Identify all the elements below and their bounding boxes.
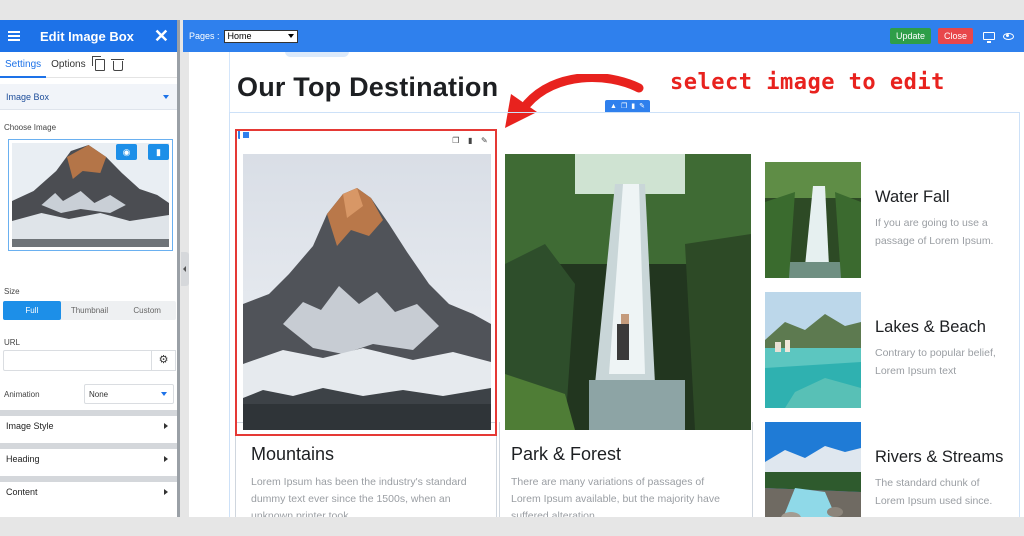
menu-icon[interactable] [8, 31, 20, 41]
gear-icon[interactable]: ⚙ [151, 350, 176, 371]
edit-panel: Edit Image Box ✕ Settings Options Image … [0, 20, 180, 517]
card-text-line: There are many variations of passages of [511, 476, 705, 488]
chevron-right-icon [164, 423, 168, 429]
tab-settings[interactable]: Settings [0, 52, 47, 78]
url-label: URL [4, 338, 21, 347]
tab-options[interactable]: Options [46, 52, 90, 78]
trash-icon[interactable]: ▮ [468, 136, 472, 145]
copy-icon[interactable] [91, 55, 105, 71]
side-item-title[interactable]: Lakes & Beach [875, 318, 986, 337]
side-text-line: If you are going to use a [875, 217, 988, 229]
page-heading[interactable]: Our Top Destination [237, 72, 498, 103]
page-select[interactable]: Home [223, 29, 298, 43]
animation-select[interactable]: None [84, 384, 174, 404]
card-description: There are many variations of passages of… [511, 474, 720, 517]
chevron-down-icon [161, 392, 167, 396]
section-image-style[interactable]: Image Style [0, 410, 177, 436]
side-text-line: Lorem Ipsum used since. [875, 494, 993, 507]
section-image-box-label: Image Box [6, 91, 50, 102]
trash-icon[interactable]: ▮ [631, 102, 635, 110]
water-fall-image[interactable] [765, 162, 861, 278]
section-content[interactable]: Content [0, 476, 177, 502]
mountain-thumbnail [12, 143, 169, 247]
chevron-down-icon [163, 94, 169, 99]
row-toolbar: ▲ ❐ ▮ ✎ [605, 100, 650, 112]
rivers-streams-image[interactable] [765, 422, 861, 517]
close-button[interactable]: Close [937, 28, 973, 44]
card-description: Lorem Ipsum has been the industry's stan… [251, 474, 467, 517]
panel-header: Edit Image Box ✕ [0, 20, 177, 52]
desktop-preview-icon[interactable] [983, 32, 995, 43]
side-text-line: Contrary to popular belief, [875, 347, 996, 359]
card-title[interactable]: Mountains [251, 444, 334, 465]
size-custom-option[interactable]: Custom [118, 301, 176, 320]
pages-label: Pages : [189, 31, 220, 41]
card-text-line: unknown printer took . [251, 510, 355, 517]
panel-collapse-handle[interactable] [181, 252, 189, 286]
chevron-down-icon [287, 34, 294, 38]
update-button[interactable]: Update [889, 28, 931, 44]
size-thumbnail-option[interactable]: Thumbnail [61, 301, 119, 320]
size-label: Size [4, 287, 20, 296]
section-image-box[interactable]: Image Box [0, 84, 177, 110]
side-item-description: If you are going to use a passage of Lor… [875, 215, 1024, 250]
edit-icon[interactable]: ✎ [481, 136, 488, 145]
side-text-line: Lorem Ipsum text [875, 364, 957, 377]
editor-topbar: Pages : Home Update Close [183, 20, 1024, 52]
animation-label: Animation [4, 390, 40, 399]
size-selector: Full Thumbnail Custom [3, 301, 176, 320]
section-heading-label: Heading [6, 454, 40, 464]
side-item-title[interactable]: Rivers & Streams [875, 448, 1003, 467]
card-text-line: suffered alteration. [511, 510, 598, 517]
copy-icon[interactable]: ❐ [452, 136, 459, 145]
image-preview[interactable]: ◉ ▮ [8, 139, 173, 251]
animation-value: None [89, 389, 109, 399]
chevron-right-icon [164, 489, 168, 495]
annotation-text: select image to edit [670, 70, 945, 95]
park-forest-image[interactable] [505, 154, 751, 430]
move-icon[interactable]: ▲ [610, 103, 617, 110]
image-toolbar: ❐ ▮ ✎ [448, 134, 492, 147]
panel-title: Edit Image Box [39, 28, 134, 44]
card-text-line: dummy text ever since the 1500s, when an [251, 493, 451, 505]
url-input[interactable] [3, 350, 152, 371]
section-heading[interactable]: Heading [0, 443, 177, 469]
choose-image-label: Choose Image [4, 123, 57, 132]
remove-image-button[interactable]: ▮ [148, 144, 169, 160]
section-content-label: Content [6, 487, 38, 497]
page-select-value: Home [227, 31, 252, 41]
page-canvas: Our Top Destination select image to edit… [189, 52, 1024, 517]
trash-icon[interactable] [110, 58, 124, 71]
side-item-title[interactable]: Water Fall [875, 188, 950, 207]
chevron-right-icon [164, 456, 168, 462]
card-text-line: Lorem Ipsum available, but the majority … [511, 493, 720, 505]
copy-icon[interactable]: ❐ [621, 102, 627, 110]
edit-icon[interactable]: ✎ [639, 102, 645, 110]
side-item-description: The standard chunk of Lorem Ipsum used s… [875, 475, 1024, 510]
side-text-line: passage of Lorem Ipsum. [875, 234, 994, 247]
size-full-option[interactable]: Full [3, 301, 61, 320]
card-text-line: Lorem Ipsum has been the industry's stan… [251, 476, 467, 488]
lakes-beach-image[interactable] [765, 292, 861, 408]
close-icon[interactable]: ✕ [154, 27, 169, 45]
section-image-style-label: Image Style [6, 421, 54, 431]
section-tab-pill [285, 52, 349, 57]
preview-eye-button[interactable]: ◉ [116, 144, 137, 160]
panel-tabs: Settings Options [0, 52, 177, 78]
selected-image-outline [235, 129, 497, 436]
side-text-line: The standard chunk of [875, 477, 980, 489]
side-item-description: Contrary to popular belief, Lorem Ipsum … [875, 345, 1024, 380]
card-title[interactable]: Park & Forest [511, 444, 621, 465]
eye-icon[interactable] [1003, 32, 1014, 40]
